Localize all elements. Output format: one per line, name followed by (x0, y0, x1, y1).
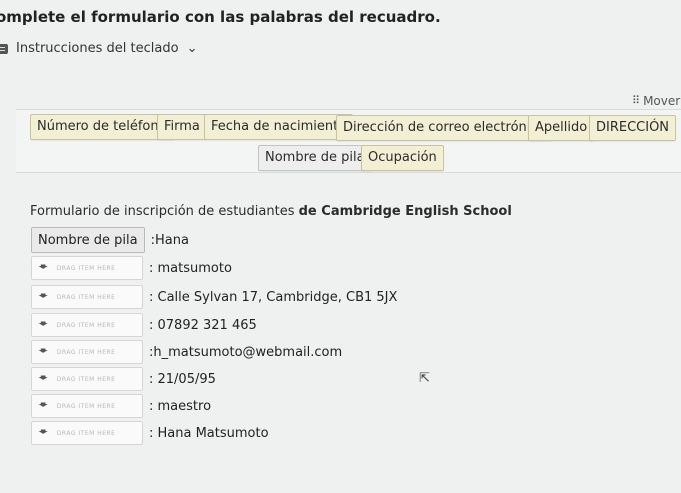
form-instruction: Formulario de inscripción de estudiantes… (30, 204, 512, 219)
page-title: omplete el formulario con las palabras d… (0, 8, 441, 26)
keyboard-instructions-label: Instrucciones del teclado (16, 41, 179, 56)
drop-zone[interactable]: 🡃 DRAG ITEM HERE (31, 340, 143, 364)
drop-zone-filled[interactable]: Nombre de pila (31, 227, 145, 253)
field-value: :Hana (150, 232, 189, 248)
chip-ocupacion[interactable]: Ocupación (361, 145, 444, 171)
form-row: 🡃 DRAG ITEM HERE : 07892 321 465 (31, 313, 257, 337)
drop-placeholder: DRAG ITEM HERE (56, 402, 116, 410)
field-value: : Calle Sylvan 17, Cambridge, CB1 5JX (149, 289, 398, 305)
form-row: 🡃 DRAG ITEM HERE :h_matsumoto@webmail.co… (31, 340, 342, 364)
form-row: 🡃 DRAG ITEM HERE : maestro (31, 394, 211, 418)
drop-zone[interactable]: 🡃 DRAG ITEM HERE (31, 421, 143, 445)
chip-apellido[interactable]: Apellido (528, 115, 595, 141)
form-instruction-text: Formulario de inscripción de estudiantes (30, 204, 299, 219)
move-handle[interactable]: ⠿ Mover (632, 94, 680, 108)
mouse-cursor-icon: ⇱ (419, 371, 430, 386)
drop-placeholder: DRAG ITEM HERE (56, 375, 116, 383)
keyboard-instructions-toggle[interactable]: Instrucciones del teclado ⌄ (0, 41, 197, 56)
drop-placeholder: DRAG ITEM HERE (56, 429, 116, 437)
drop-placeholder: DRAG ITEM HERE (56, 264, 116, 272)
chip-fecha-de-nacimiento[interactable]: Fecha de nacimiento (204, 114, 354, 140)
chevron-down-icon: ⌄ (186, 41, 198, 56)
arrow-down-icon: 🡃 (38, 290, 49, 302)
field-value: : matsumoto (149, 260, 232, 276)
keyboard-icon (0, 43, 8, 54)
drop-placeholder: DRAG ITEM HERE (56, 293, 116, 301)
chip-firma[interactable]: Firma (157, 114, 207, 140)
drop-zone[interactable]: 🡃 DRAG ITEM HERE (31, 285, 143, 309)
arrow-down-icon: 🡃 (38, 345, 49, 357)
chip-numero-de-telefono[interactable]: Número de teléfono (30, 114, 174, 140)
arrow-down-icon: 🡃 (38, 399, 49, 411)
word-bank: Número de teléfono Firma Fecha de nacimi… (16, 109, 681, 173)
drop-zone[interactable]: 🡃 DRAG ITEM HERE (31, 394, 143, 418)
move-label: Mover (643, 94, 681, 108)
chip-direccion[interactable]: DIRECCIÓN (589, 115, 677, 141)
field-value: :h_matsumoto@webmail.com (149, 344, 343, 360)
chip-direccion-de-correo[interactable]: Dirección de correo electrónico (336, 115, 553, 141)
form-row: 🡃 DRAG ITEM HERE : Hana Matsumoto (31, 421, 269, 445)
drop-placeholder: DRAG ITEM HERE (56, 321, 116, 329)
form-row: 🡃 DRAG ITEM HERE : Calle Sylvan 17, Camb… (31, 285, 397, 309)
field-value: : Hana Matsumoto (149, 425, 269, 441)
grip-icon: ⠿ (632, 94, 640, 107)
chip-nombre-de-pila[interactable]: Nombre de pila (258, 145, 372, 171)
drop-zone[interactable]: 🡃 DRAG ITEM HERE (31, 367, 143, 391)
form-row: 🡃 DRAG ITEM HERE : matsumoto (31, 256, 232, 280)
drop-placeholder: DRAG ITEM HERE (56, 348, 116, 356)
form-row: 🡃 DRAG ITEM HERE : 21/05/95 (31, 367, 216, 391)
field-value: : 07892 321 465 (149, 317, 257, 333)
form-instruction-school: de Cambridge English School (298, 204, 512, 219)
arrow-down-icon: 🡃 (38, 261, 49, 273)
drop-zone[interactable]: 🡃 DRAG ITEM HERE (31, 256, 143, 280)
field-value: : 21/05/95 (149, 371, 216, 387)
drop-zone[interactable]: 🡃 DRAG ITEM HERE (31, 313, 143, 337)
arrow-down-icon: 🡃 (38, 372, 49, 384)
field-value: : maestro (149, 398, 212, 414)
arrow-down-icon: 🡃 (38, 318, 49, 330)
form-row: Nombre de pila :Hana (31, 227, 189, 253)
arrow-down-icon: 🡃 (38, 426, 49, 438)
